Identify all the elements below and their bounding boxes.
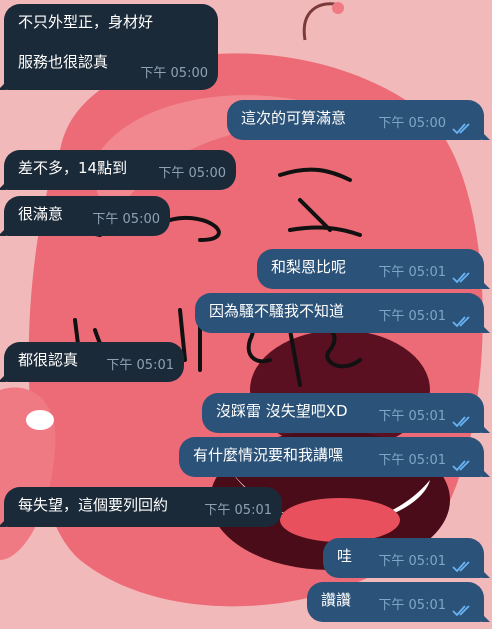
message-timestamp: 下午 05:00 xyxy=(378,116,446,131)
message-timestamp: 下午 05:01 xyxy=(378,598,446,613)
incoming-message[interactable]: 很滿意 下午 05:00 xyxy=(0,196,170,236)
outgoing-message[interactable]: 沒踩雷 沒失望吧XD 下午 05:01 xyxy=(202,393,490,433)
message-timestamp: 下午 05:01 xyxy=(378,309,446,324)
outgoing-message[interactable]: 哇下午 05:01 xyxy=(323,538,490,578)
outgoing-message[interactable]: 這次的可算滿意 下午 05:00 xyxy=(227,100,490,140)
message-timestamp: 下午 05:00 xyxy=(92,212,160,227)
message-text: 不只外型正，身材好 xyxy=(18,13,154,31)
read-receipt-icon xyxy=(452,605,470,617)
outgoing-message[interactable]: 讚讚 下午 05:01 xyxy=(307,582,490,622)
read-receipt-icon xyxy=(452,460,470,472)
message-timestamp: 下午 05:01 xyxy=(378,554,446,569)
message-timestamp: 下午 05:01 xyxy=(378,265,446,280)
message-timestamp: 下午 05:01 xyxy=(204,503,272,518)
outgoing-message[interactable]: 有什麼情況要和我講嘿 下午 05:01 xyxy=(179,437,490,477)
incoming-message[interactable]: 每失望，這個要列回約 下午 05:01 xyxy=(0,487,282,527)
message-timestamp: 下午 05:00 xyxy=(158,166,226,181)
read-receipt-icon xyxy=(452,416,470,428)
incoming-message[interactable]: 都很認真 下午 05:01 xyxy=(0,342,184,382)
incoming-message[interactable]: 差不多，14點到 下午 05:00 xyxy=(0,150,236,190)
read-receipt-icon xyxy=(452,316,470,328)
message-timestamp: 下午 05:01 xyxy=(106,358,174,373)
message-timestamp: 下午 05:01 xyxy=(378,453,446,468)
outgoing-message[interactable]: 和梨恩比呢 下午 05:01 xyxy=(257,249,490,289)
read-receipt-icon xyxy=(452,272,470,284)
read-receipt-icon xyxy=(452,561,470,573)
message-timestamp: 下午 05:01 xyxy=(378,409,446,424)
read-receipt-icon xyxy=(452,123,470,135)
outgoing-message[interactable]: 因為騷不騷我不知道 下午 05:01 xyxy=(195,293,490,333)
message-text xyxy=(18,32,204,52)
incoming-message[interactable]: 不只外型正，身材好 服務也很認真 下午 05:00 xyxy=(0,4,218,90)
message-timestamp: 下午 05:00 xyxy=(140,66,208,81)
